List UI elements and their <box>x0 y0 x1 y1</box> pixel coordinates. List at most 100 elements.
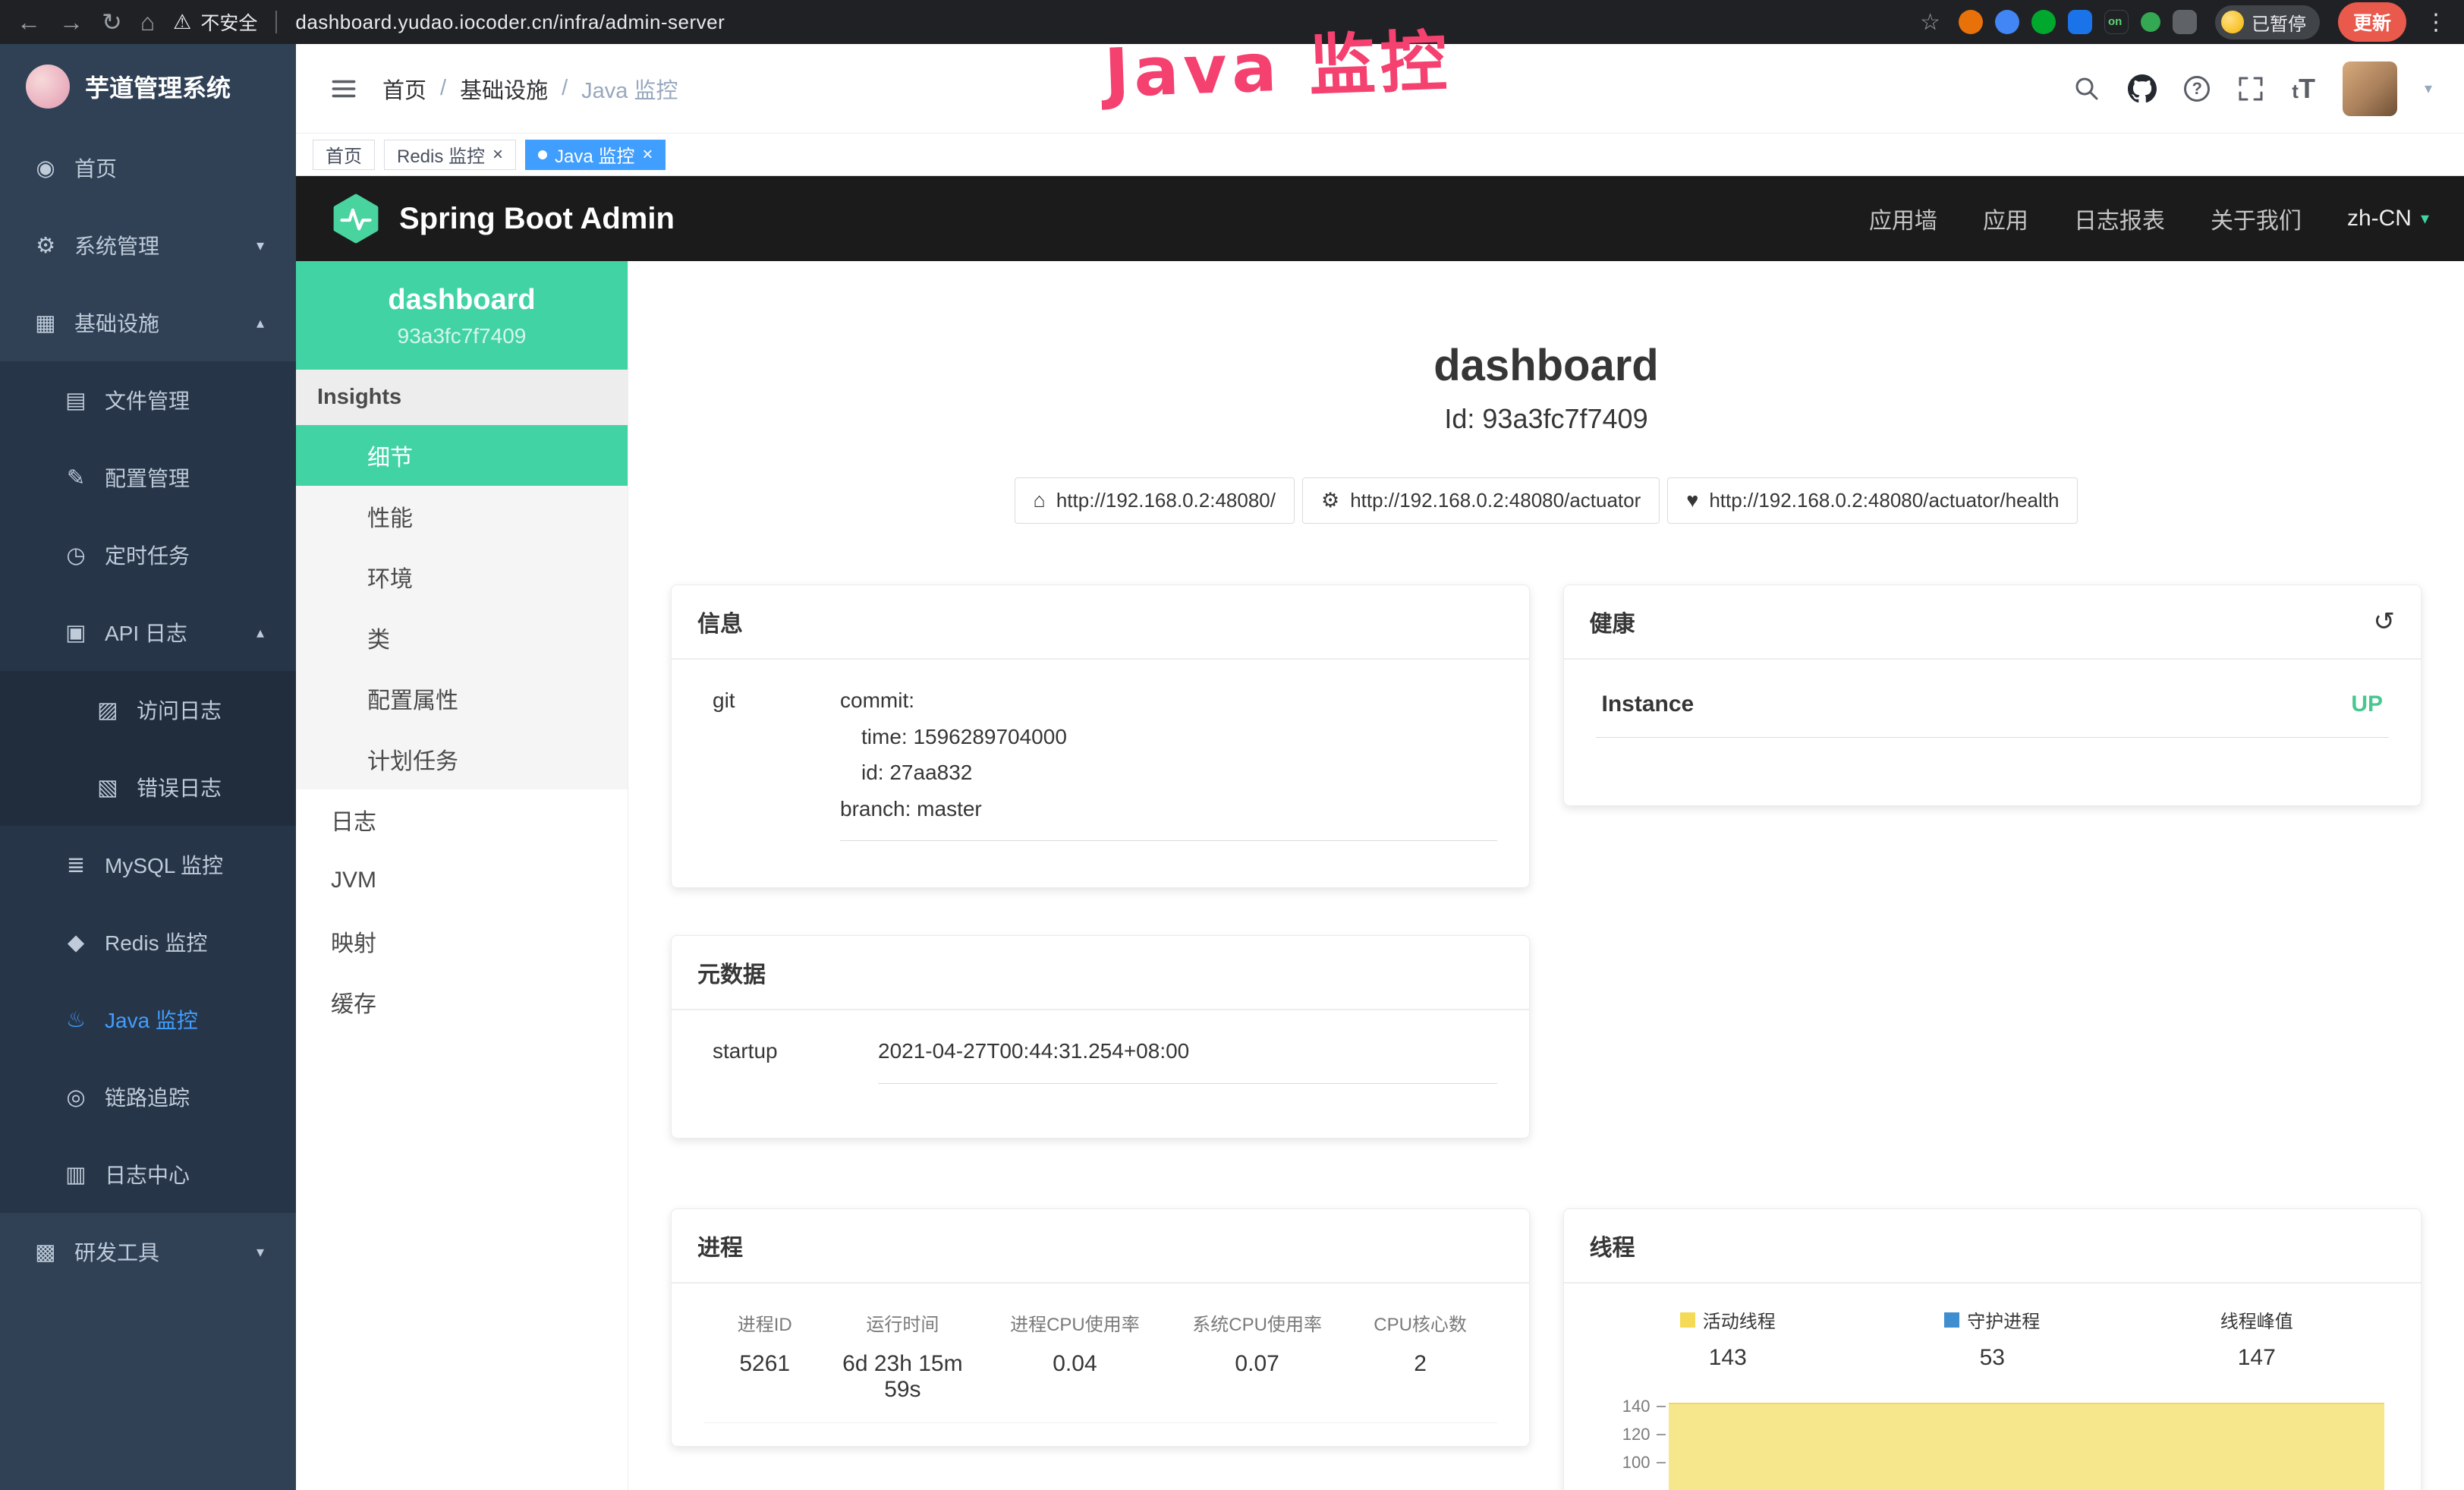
log-center-icon: ▥ <box>62 1161 90 1188</box>
home-icon[interactable]: ⌂ <box>140 10 155 34</box>
card-title: 健康 <box>1590 605 1635 638</box>
info-card-header: 信息 <box>672 585 1529 660</box>
service-url-button[interactable]: ⌂ http://192.168.0.2:48080/ <box>1015 477 1295 524</box>
legend-peak-threads: 线程峰值 147 <box>2125 1306 2390 1371</box>
sidebar-item-tracing[interactable]: ◎ 链路追踪 <box>0 1058 296 1136</box>
access-log-icon: ▨ <box>94 697 121 723</box>
tag-home[interactable]: 首页 <box>313 140 375 170</box>
sba-item-scheduled-tasks[interactable]: 计划任务 <box>296 729 628 789</box>
extension-icon-green[interactable] <box>2031 10 2056 34</box>
home-icon: ⌂ <box>1034 489 1046 512</box>
sidebar-item-api-logs[interactable]: ▣ API 日志 ▴ <box>0 594 296 671</box>
card-title: 信息 <box>697 605 743 638</box>
close-icon[interactable]: × <box>492 146 503 164</box>
sidebar-item-label: 首页 <box>74 153 117 183</box>
sba-nav-about[interactable]: 关于我们 <box>2211 202 2302 235</box>
legend-text: 守护进程 <box>1967 1306 2040 1333</box>
close-icon[interactable]: × <box>642 146 653 164</box>
breadcrumb-infrastructure[interactable]: 基础设施 <box>460 73 548 105</box>
locale-selector[interactable]: zh-CN ▾ <box>2347 206 2429 232</box>
extension-icon-orange[interactable] <box>1959 10 1983 34</box>
sidebar-item-home[interactable]: ◉ 首页 <box>0 129 296 206</box>
sidebar-item-label: 错误日志 <box>137 772 222 802</box>
sidebar-item-error-logs[interactable]: ▧ 错误日志 <box>0 748 296 826</box>
forward-icon[interactable]: → <box>59 10 83 34</box>
sba-nav-wallboard[interactable]: 应用墙 <box>1869 202 1937 235</box>
sidebar-item-label: 研发工具 <box>74 1236 159 1267</box>
sidebar-fold-icon[interactable] <box>328 73 360 105</box>
tick-mark <box>1657 1406 1666 1407</box>
sidebar-item-infrastructure[interactable]: ▦ 基础设施 ▴ <box>0 284 296 361</box>
sba-item-mappings[interactable]: 映射 <box>296 911 628 972</box>
sidebar-item-scheduled-jobs[interactable]: ◷ 定时任务 <box>0 516 296 594</box>
header-actions: ? tT ▾ <box>2073 61 2432 116</box>
sba-item-classes[interactable]: 类 <box>296 607 628 668</box>
status-badge: UP <box>2351 691 2383 717</box>
sba-item-config-props[interactable]: 配置属性 <box>296 668 628 729</box>
sidebar-item-access-logs[interactable]: ▨ 访问日志 <box>0 671 296 748</box>
sidebar-item-dev-tools[interactable]: ▩ 研发工具 ▾ <box>0 1213 296 1290</box>
address-url[interactable]: dashboard.yudao.iocoder.cn/infra/admin-s… <box>295 11 725 34</box>
breadcrumb-home[interactable]: 首页 <box>382 73 426 105</box>
divider <box>275 11 277 33</box>
sidebar-logo[interactable]: 芋道管理系统 <box>0 44 296 129</box>
extension-icon-grid[interactable] <box>2068 10 2092 34</box>
tag-java-monitor[interactable]: Java 监控 × <box>525 140 666 170</box>
extension-icon-leaf[interactable] <box>2141 12 2160 32</box>
fullscreen-icon[interactable] <box>2237 75 2264 102</box>
actuator-url-button[interactable]: ⚙ http://192.168.0.2:48080/actuator <box>1302 477 1660 524</box>
sba-item-details[interactable]: 细节 <box>296 425 628 486</box>
sidebar-item-mysql-monitor[interactable]: ≣ MySQL 监控 <box>0 826 296 903</box>
sidebar-item-config-management[interactable]: ✎ 配置管理 <box>0 439 296 516</box>
health-url-button[interactable]: ♥ http://192.168.0.2:48080/actuator/heal… <box>1667 477 2078 524</box>
history-icon[interactable]: ↺ <box>2374 606 2396 637</box>
reload-icon[interactable]: ↻ <box>102 10 122 34</box>
security-label: 不安全 <box>200 8 257 36</box>
extension-icon-blue-pin[interactable] <box>1995 10 2019 34</box>
sidebar-item-label: 链路追踪 <box>105 1082 190 1112</box>
sidebar-item-system[interactable]: ⚙ 系统管理 ▾ <box>0 206 296 284</box>
legend-value: 143 <box>1596 1345 1861 1371</box>
sba-item-logs[interactable]: 日志 <box>296 789 628 850</box>
sidebar-menu: ◉ 首页 ⚙ 系统管理 ▾ ▦ 基础设施 ▴ ▤ 文件管理 ✎ 配置管理 <box>0 129 296 1490</box>
back-icon[interactable]: ← <box>17 10 41 34</box>
search-icon[interactable] <box>2073 75 2101 102</box>
sba-item-metrics[interactable]: 性能 <box>296 486 628 547</box>
sba-item-environment[interactable]: 环境 <box>296 547 628 607</box>
logo-title: 芋道管理系统 <box>85 69 231 104</box>
startup-value: 2021-04-27T00:44:31.254+08:00 <box>878 1033 1497 1069</box>
col-header-uptime: 运行时间 <box>826 1309 979 1336</box>
instance-links: ⌂ http://192.168.0.2:48080/ ⚙ http://192… <box>671 477 2422 524</box>
sba-item-caches[interactable]: 缓存 <box>296 972 628 1032</box>
breadcrumb: 首页 / 基础设施 / Java 监控 <box>382 73 678 105</box>
sidebar-item-log-center[interactable]: ▥ 日志中心 <box>0 1136 296 1213</box>
browser-menu-icon[interactable]: ⋮ <box>2425 9 2447 36</box>
sidebar-item-redis-monitor[interactable]: ◆ Redis 监控 <box>0 903 296 981</box>
github-icon[interactable] <box>2128 74 2157 103</box>
sba-item-jvm[interactable]: JVM <box>296 850 628 911</box>
extension-icon-switch[interactable]: on <box>2104 10 2129 34</box>
tag-redis-monitor[interactable]: Redis 监控 × <box>384 140 516 170</box>
col-header-pid: 进程ID <box>703 1309 826 1336</box>
font-size-icon[interactable]: tT <box>2292 73 2315 105</box>
app-frame: 芋道管理系统 ◉ 首页 ⚙ 系统管理 ▾ ▦ 基础设施 ▴ ▤ 文件管理 ✎ <box>0 44 2464 1490</box>
profile-badge[interactable]: 已暂停 <box>2215 5 2320 39</box>
extensions-puzzle-icon[interactable] <box>2173 10 2197 34</box>
user-avatar[interactable] <box>2343 61 2397 116</box>
threads-card-header: 线程 <box>1564 1209 2422 1284</box>
help-icon[interactable]: ? <box>2184 76 2210 102</box>
chrome-update-button[interactable]: 更新 <box>2338 2 2406 42</box>
sidebar-item-label: 文件管理 <box>105 385 190 415</box>
sba-brand[interactable]: Spring Boot Admin <box>331 194 675 244</box>
instance-header[interactable]: dashboard 93a3fc7f7409 <box>296 261 628 370</box>
sidebar-item-file-management[interactable]: ▤ 文件管理 <box>0 361 296 439</box>
update-label: 更新 <box>2353 8 2391 36</box>
bookmark-star-icon[interactable]: ☆ <box>1920 9 1940 36</box>
sidebar-item-java-monitor[interactable]: ♨ Java 监控 <box>0 981 296 1058</box>
sba-nav-applications[interactable]: 应用 <box>1983 202 2028 235</box>
logo-avatar <box>26 65 70 109</box>
site-security[interactable]: ⚠ 不安全 <box>173 8 257 36</box>
sba-nav-journal[interactable]: 日志报表 <box>2074 202 2165 235</box>
avatar-caret-icon[interactable]: ▾ <box>2425 79 2432 98</box>
legend-label: 守护进程 <box>1944 1306 2040 1333</box>
